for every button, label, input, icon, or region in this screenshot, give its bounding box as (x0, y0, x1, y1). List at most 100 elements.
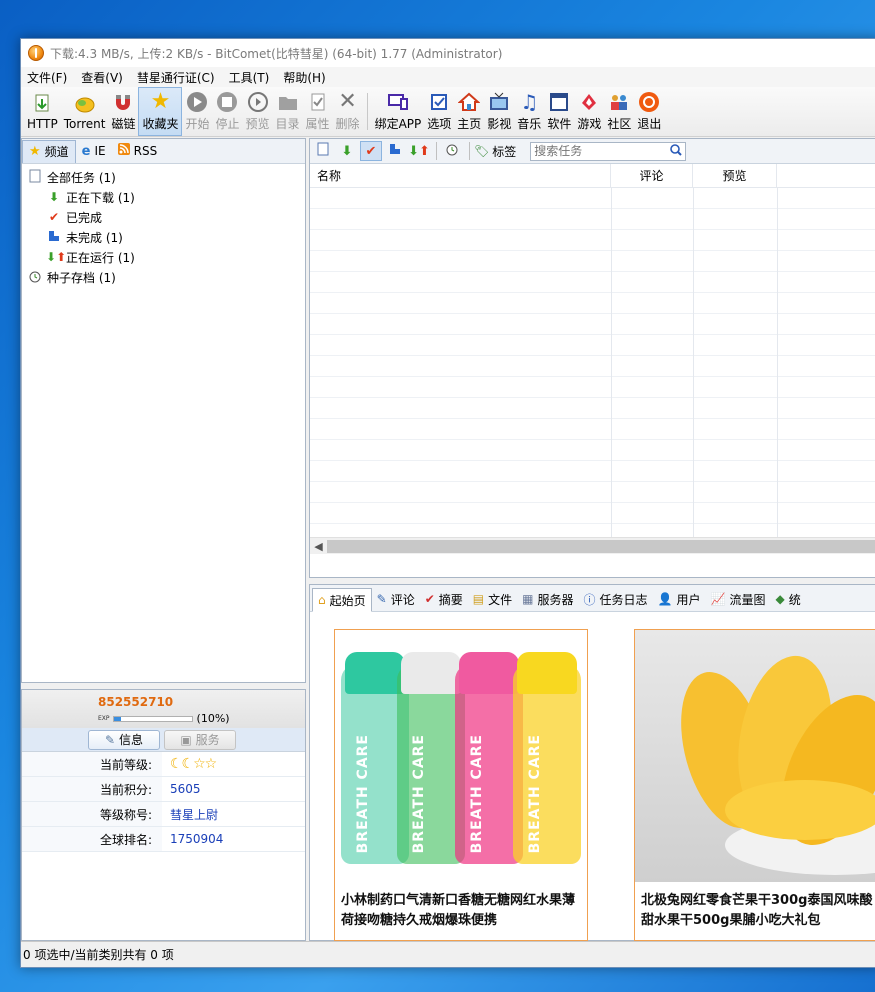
table-row[interactable] (310, 293, 875, 314)
column-divider (777, 188, 778, 554)
tab-summary[interactable]: ✔ 摘要 (420, 587, 468, 611)
properties-button[interactable]: 属性 (303, 87, 333, 136)
scroll-thumb[interactable] (327, 539, 875, 553)
column-comment[interactable]: 评论 (611, 164, 693, 187)
exit-label: 退出 (637, 117, 662, 131)
delete-button[interactable]: ✕ 删除 (333, 87, 363, 136)
product-card[interactable]: 北极兔网红零食芒果干300g泰国风味酸甜水果干500g果脯小吃大礼包 (634, 629, 875, 941)
tab-ie[interactable]: e IE (76, 140, 112, 163)
table-row[interactable] (310, 398, 875, 419)
preview-button[interactable]: 预览 (243, 87, 273, 136)
exp-progress-bar (112, 715, 193, 722)
tree-item-torrent-archive[interactable]: 种子存档 (1) (22, 267, 305, 287)
community-button[interactable]: 社区 (604, 87, 634, 136)
stop-button[interactable]: 停止 (212, 87, 242, 136)
tab-info[interactable]: ✎ 信息 (88, 729, 160, 750)
completed-icon: ✔ (48, 210, 60, 224)
table-row[interactable] (310, 272, 875, 293)
table-row[interactable] (310, 377, 875, 398)
filter-running-button[interactable]: ⬇⬆ (408, 141, 430, 161)
torrent-button[interactable]: Torrent (61, 87, 109, 136)
table-row[interactable] (310, 230, 875, 251)
menu-view[interactable]: 查看(V) (81, 69, 123, 86)
tab-servers[interactable]: ▦ 服务器 (517, 587, 578, 611)
table-row[interactable] (310, 251, 875, 272)
downloading-icon: ⬇ (48, 190, 60, 204)
row-key: 当前等级: (22, 752, 162, 776)
search-input[interactable] (534, 144, 663, 158)
column-name[interactable]: 名称 (310, 164, 611, 187)
software-button[interactable]: 软件 (544, 87, 574, 136)
product-card[interactable]: BREATH CARE BREATH CARE BREATH CARE BREA… (334, 629, 588, 941)
filter-archive-button[interactable] (441, 141, 463, 161)
tag-button[interactable]: 🏷 标签 (474, 143, 516, 160)
tab-label: 统 (788, 592, 801, 607)
bind-app-label: 绑定APP (374, 117, 422, 131)
exit-icon (638, 91, 660, 113)
tab-channel[interactable]: ★ 频道 (22, 139, 76, 163)
table-row[interactable] (310, 209, 875, 230)
options-button[interactable]: 选项 (424, 87, 454, 136)
menu-tools[interactable]: 工具(T) (229, 69, 270, 86)
exp-percent: (10%) (196, 712, 230, 725)
exit-button[interactable]: 退出 (634, 87, 664, 136)
filter-all-button[interactable] (312, 141, 334, 161)
search-icon[interactable] (670, 143, 682, 159)
horizontal-scrollbar[interactable]: ◀ (310, 537, 875, 554)
product-title[interactable]: 北极兔网红零食芒果干300g泰国风味酸甜水果干500g果脯小吃大礼包 (635, 882, 875, 931)
filter-downloading-button[interactable]: ⬇ (336, 141, 358, 161)
task-toolbar: ⬇ ✔ ⬇⬆ 🏷 标签 (310, 139, 875, 164)
game-button[interactable]: 游戏 (574, 87, 604, 136)
tree-item-all-tasks[interactable]: 全部任务 (1) (22, 167, 305, 187)
table-row[interactable] (310, 440, 875, 461)
completed-icon: ✔ (365, 143, 377, 159)
tree-item-completed[interactable]: ✔ 已完成 (22, 207, 305, 227)
menu-passport[interactable]: 彗星通行证(C) (137, 69, 215, 86)
bind-app-button[interactable]: 绑定APP (372, 87, 425, 136)
tab-comments[interactable]: ✎ 评论 (372, 587, 420, 611)
http-button[interactable]: HTTP (24, 87, 61, 136)
column-preview[interactable]: 预览 (693, 164, 777, 187)
community-icon (608, 91, 630, 113)
tab-files[interactable]: ▤ 文件 (468, 587, 517, 611)
tree-item-downloading[interactable]: ⬇ 正在下载 (1) (22, 187, 305, 207)
menu-file[interactable]: 文件(F) (27, 69, 67, 86)
stop-label: 停止 (215, 117, 240, 131)
table-row[interactable] (310, 335, 875, 356)
directory-button[interactable]: 目录 (273, 87, 303, 136)
music-button[interactable]: ♫ 音乐 (514, 87, 544, 136)
filter-completed-button[interactable]: ✔ (360, 141, 382, 161)
product-title[interactable]: 小林制药口气清新口香糖无糖网红水果薄荷接吻糖持久戒烟爆珠便携 (335, 882, 587, 931)
tag-icon: 🏷 (474, 144, 490, 158)
start-label: 开始 (185, 117, 210, 131)
start-button[interactable]: 开始 (182, 87, 212, 136)
table-row[interactable] (310, 356, 875, 377)
home-button[interactable]: 主页 (454, 87, 484, 136)
table-row[interactable] (310, 503, 875, 524)
product-image[interactable] (635, 630, 875, 882)
tab-users[interactable]: 👤 用户 (653, 587, 706, 611)
filter-incomplete-button[interactable] (384, 141, 406, 161)
video-icon (488, 91, 510, 113)
tab-start-page[interactable]: ⌂ 起始页 (312, 588, 372, 612)
product-image[interactable]: BREATH CARE BREATH CARE BREATH CARE BREA… (335, 630, 587, 882)
magnet-button[interactable]: 磁链 (108, 87, 138, 136)
favorites-button[interactable]: ★ 收藏夹 (138, 87, 183, 136)
tab-task-log[interactable]: ⓘ 任务日志 (579, 587, 653, 611)
tree-item-incomplete[interactable]: 未完成 (1) (22, 227, 305, 247)
table-row[interactable] (310, 482, 875, 503)
tab-traffic-graph[interactable]: 📈 流量图 (706, 587, 771, 611)
tab-service[interactable]: ▣ 服务 (164, 729, 236, 750)
torrent-archive-icon (27, 269, 43, 286)
table-row[interactable] (310, 461, 875, 482)
table-row[interactable] (310, 188, 875, 209)
tab-rss[interactable]: RSS (112, 140, 164, 163)
tree-item-running[interactable]: ⬇⬆ 正在运行 (1) (22, 247, 305, 267)
scroll-left-icon[interactable]: ◀ (310, 540, 327, 553)
video-button[interactable]: 影视 (484, 87, 514, 136)
menu-help[interactable]: 帮助(H) (283, 69, 325, 86)
tab-statistics[interactable]: ◆ 统 (770, 587, 805, 611)
tab-label: 起始页 (329, 593, 366, 608)
table-row[interactable] (310, 419, 875, 440)
table-row[interactable] (310, 314, 875, 335)
